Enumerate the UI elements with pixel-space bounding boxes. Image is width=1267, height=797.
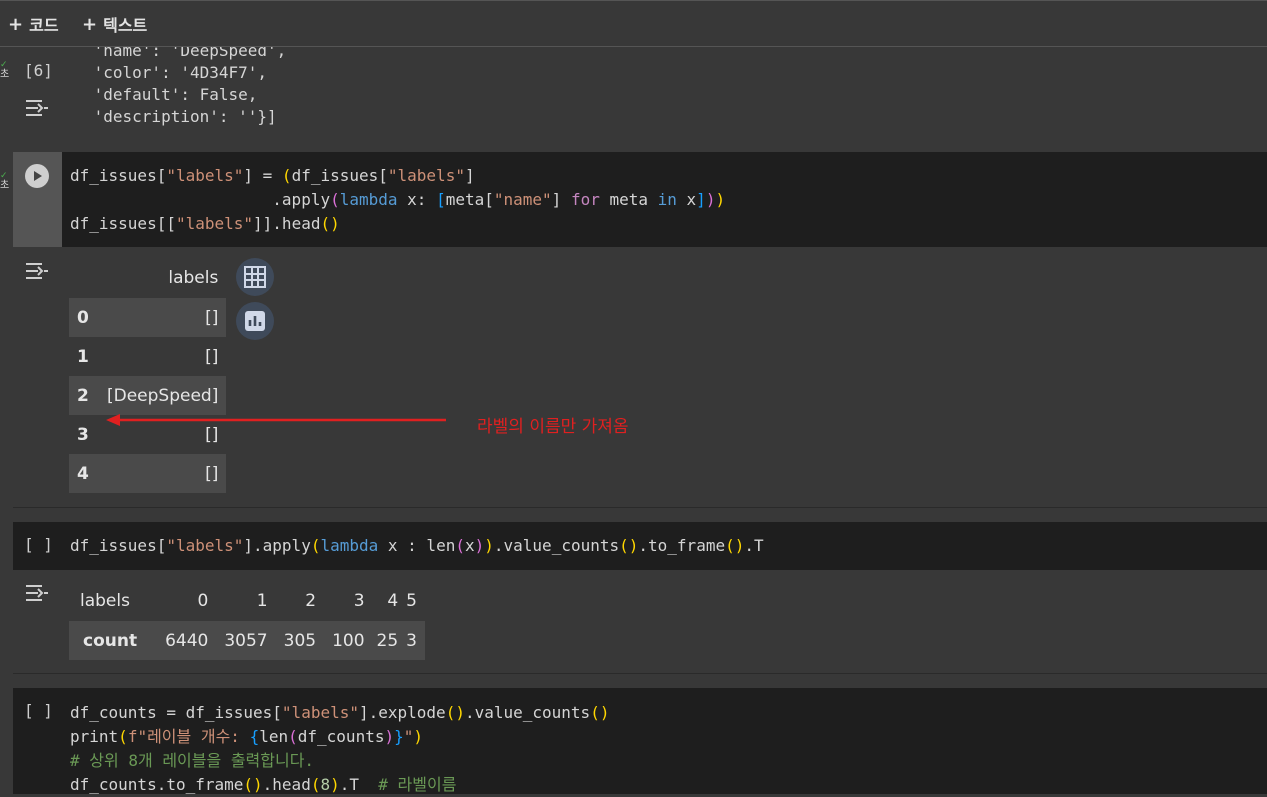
play-icon xyxy=(34,171,42,181)
run-button[interactable] xyxy=(25,164,49,188)
chart-icon xyxy=(245,311,265,331)
row-index: 3 xyxy=(77,424,89,445)
output-toggle-icon[interactable] xyxy=(24,96,50,124)
column-header: 0 xyxy=(197,591,209,611)
labels-dataframe: labels 0 [] 1 [] 2 [DeepSpeed] 3 [] 4 [] xyxy=(69,258,227,493)
cell-8-code[interactable]: df_issues["labels"].apply(lambda x : len… xyxy=(70,534,764,558)
table-row: 1 [] xyxy=(69,337,226,376)
row-index: 4 xyxy=(77,463,89,484)
execution-count: [6] xyxy=(24,61,53,80)
executed-check-icon: ✓ 초 xyxy=(0,60,10,80)
cell-6: ✓ 초 [6] 'name': 'DeepSpeed', 'color': '4D… xyxy=(0,47,1267,151)
output-line: 'color': '4D34F7', xyxy=(84,63,268,82)
cell-6-output-text: 'name': 'DeepSpeed', 'color': '4D34F7', … xyxy=(84,47,287,128)
dataframe-table: labels 0 [] 1 [] 2 [DeepSpeed] 3 [] 4 [] xyxy=(69,258,227,493)
row-index: 1 xyxy=(77,346,89,367)
column-axis-label: labels xyxy=(80,591,130,611)
table-cell: [] xyxy=(205,346,219,367)
table-icon xyxy=(244,266,266,288)
output-line: 'name': 'DeepSpeed', xyxy=(84,47,287,60)
row-index: 2 xyxy=(77,385,89,406)
cell-9-code[interactable]: df_counts = df_issues["labels"].explode(… xyxy=(70,701,609,797)
column-header: 5 xyxy=(406,591,417,611)
notebook-toolbar: + 코드 + 텍스트 xyxy=(0,0,1267,47)
counts-dataframe: labels 0 1 2 3 4 5 count 6440 3057 305 1… xyxy=(69,581,425,660)
index-header xyxy=(69,258,99,298)
table-cell: 3 xyxy=(406,630,417,651)
table-cell: 305 xyxy=(283,630,317,651)
annotation-arrow xyxy=(106,414,446,426)
table-cell: 25 xyxy=(376,630,399,651)
convert-to-table-button[interactable] xyxy=(236,258,274,296)
execution-count: [ ] xyxy=(24,701,53,720)
add-text-label: 텍스트 xyxy=(103,16,148,35)
plus-icon: + xyxy=(8,13,24,35)
output-toggle-icon[interactable] xyxy=(24,259,50,287)
column-header: labels xyxy=(168,268,219,288)
output-line: 'default': False, xyxy=(84,85,258,104)
add-text-button[interactable]: + 텍스트 xyxy=(82,12,147,36)
table-cell: [] xyxy=(205,463,219,484)
table-cell: 3057 xyxy=(224,630,268,651)
row-index: count xyxy=(83,630,138,651)
execution-count: [ ] xyxy=(24,535,53,554)
dataframe-table: labels 0 1 2 3 4 5 count 6440 3057 305 1… xyxy=(69,581,425,660)
suggest-chart-button[interactable] xyxy=(236,302,274,340)
table-cell: 100 xyxy=(332,630,365,651)
annotation-text: 라벨의 이름만 가져옴 xyxy=(477,417,629,437)
add-code-label: 코드 xyxy=(29,16,59,35)
column-header: 2 xyxy=(305,591,317,611)
table-row: count 6440 3057 305 100 25 3 xyxy=(69,621,425,660)
column-header: 3 xyxy=(353,591,365,611)
add-code-button[interactable]: + 코드 xyxy=(8,12,59,36)
table-cell: [] xyxy=(205,307,219,328)
output-toggle-icon[interactable] xyxy=(24,581,50,609)
column-header: 4 xyxy=(387,591,399,611)
column-header: 1 xyxy=(256,591,268,611)
table-row: 0 [] xyxy=(69,298,227,337)
executed-check-icon: ✓ 초 xyxy=(0,171,10,191)
table-row: 4 [] xyxy=(69,454,227,493)
row-index: 0 xyxy=(77,307,89,328)
output-line: 'description': ''}] xyxy=(84,107,277,126)
plus-icon: + xyxy=(82,13,98,35)
table-cell: 6440 xyxy=(165,630,209,651)
cell-7-code[interactable]: df_issues["labels"] = (df_issues["labels… xyxy=(70,164,725,236)
